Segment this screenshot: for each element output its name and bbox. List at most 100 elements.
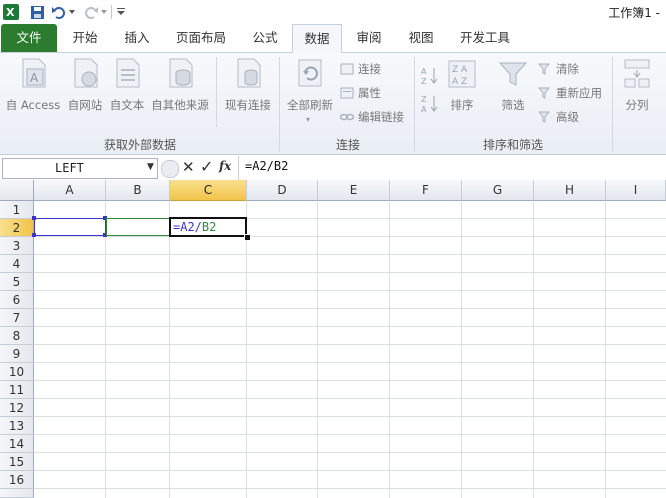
from-other-sources-button[interactable]: 自其他来源 (148, 57, 212, 115)
row-header-1[interactable]: 1 (0, 201, 34, 219)
svg-text:Z: Z (421, 95, 427, 104)
row-header-5[interactable]: 5 (0, 273, 34, 291)
sort-ascending-button[interactable]: AZ (420, 65, 440, 87)
row-header-12[interactable]: 12 (0, 399, 34, 417)
connections-icon (340, 63, 354, 75)
svg-text:A Z: A Z (452, 77, 467, 87)
text-to-columns-icon (624, 59, 650, 88)
tab-file[interactable]: 文件 (1, 24, 57, 52)
connections-button[interactable]: 连接 (340, 61, 381, 77)
column-header-b[interactable]: B (106, 180, 170, 201)
edit-links-button[interactable]: 编辑链接 (340, 109, 404, 125)
name-box[interactable]: LEFT ▼ (2, 158, 158, 179)
column-header-d[interactable]: D (247, 180, 318, 201)
from-text-label: 自文本 (109, 98, 145, 112)
from-web-button[interactable]: 自网站 (64, 57, 106, 115)
tab-page-layout[interactable]: 页面布局 (168, 24, 234, 52)
gridline (34, 416, 666, 417)
access-icon: A (22, 58, 46, 88)
row-header-15[interactable]: 15 (0, 453, 34, 471)
column-header-f[interactable]: F (390, 180, 462, 201)
name-box-value: LEFT (55, 161, 84, 175)
properties-button[interactable]: 属性 (340, 85, 381, 101)
web-icon (74, 58, 98, 88)
formula-input[interactable]: =A2/B2 (245, 159, 288, 173)
clear-filter-icon (538, 63, 551, 75)
existing-connections-icon (237, 58, 261, 88)
worksheet-grid[interactable]: A B C D E F G H I 1 2 3 4 5 6 7 8 9 10 1… (0, 180, 666, 498)
undo-icon[interactable] (50, 4, 68, 20)
undo-dropdown-icon[interactable] (68, 4, 76, 20)
gridline (34, 272, 666, 273)
tab-insert[interactable]: 插入 (114, 24, 160, 52)
row-header-6[interactable]: 6 (0, 291, 34, 309)
column-header-i[interactable]: I (606, 180, 666, 201)
select-all-button[interactable] (0, 180, 34, 201)
row-header-14[interactable]: 14 (0, 435, 34, 453)
ribbon-tabs: 文件 开始 插入 页面布局 公式 数据 审阅 视图 开发工具 (0, 24, 666, 53)
filter-button[interactable]: 筛选 (494, 59, 532, 119)
row-header-13[interactable]: 13 (0, 417, 34, 435)
column-header-e[interactable]: E (318, 180, 390, 201)
row-header-4[interactable]: 4 (0, 255, 34, 273)
sort-button[interactable]: Z A A Z 排序 (444, 59, 480, 119)
properties-label: 属性 (358, 86, 381, 100)
gridline (533, 201, 534, 498)
chevron-down-icon[interactable]: ▼ (147, 162, 154, 172)
cancel-icon[interactable]: ✕ (182, 158, 195, 176)
reference-highlight-b2 (106, 218, 170, 236)
enter-icon[interactable]: ✓ (200, 157, 213, 176)
row-header-2[interactable]: 2 (0, 219, 34, 237)
tab-formulas[interactable]: 公式 (242, 24, 288, 52)
reference-handle[interactable] (32, 233, 36, 237)
gridline (34, 344, 666, 345)
save-icon[interactable] (28, 4, 46, 20)
reference-handle[interactable] (32, 216, 36, 220)
gridline (34, 488, 666, 489)
insert-function-button[interactable]: fx (219, 159, 231, 173)
column-header-c[interactable]: C (170, 180, 247, 201)
column-header-g[interactable]: G (462, 180, 534, 201)
text-to-columns-button[interactable]: 分列 (616, 57, 658, 117)
tab-developer[interactable]: 开发工具 (450, 24, 520, 52)
tab-data[interactable]: 数据 (292, 24, 342, 53)
sort-descending-button[interactable]: ZA (420, 93, 440, 115)
formula-bar-grip-icon[interactable] (161, 160, 179, 178)
row-header-11[interactable]: 11 (0, 381, 34, 399)
tab-view[interactable]: 视图 (398, 24, 444, 52)
row-header-9[interactable]: 9 (0, 345, 34, 363)
group-label-connections: 连接 (335, 138, 360, 152)
tab-review[interactable]: 审阅 (346, 24, 392, 52)
tab-home[interactable]: 开始 (62, 24, 108, 52)
reapply-button[interactable]: 重新应用 (538, 85, 602, 101)
from-text-button[interactable]: 自文本 (106, 57, 148, 115)
customize-quick-access-icon[interactable] (116, 4, 126, 20)
advanced-button[interactable]: 高级 (538, 109, 579, 125)
row-header-10[interactable]: 10 (0, 363, 34, 381)
column-header-a[interactable]: A (34, 180, 106, 201)
sort-label: 排序 (450, 98, 474, 112)
svg-text:A: A (421, 105, 427, 114)
group-label-sort-filter: 排序和筛选 (482, 138, 543, 152)
fill-handle[interactable] (244, 234, 251, 241)
svg-text:A: A (421, 67, 427, 76)
active-cell-c2[interactable]: =A2/B2 (169, 217, 247, 237)
row-header-3[interactable]: 3 (0, 237, 34, 255)
other-sources-icon (169, 58, 193, 88)
column-header-h[interactable]: H (534, 180, 606, 201)
from-access-button[interactable]: A 自 Access (4, 57, 62, 115)
redo-icon[interactable] (82, 4, 100, 20)
existing-connections-button[interactable]: 现有连接 (220, 57, 276, 115)
row-header-7[interactable]: 7 (0, 309, 34, 327)
from-access-label: 自 Access (5, 98, 61, 112)
clear-button[interactable]: 清除 (538, 61, 579, 77)
redo-dropdown-icon[interactable] (100, 4, 108, 20)
gridline (34, 308, 666, 309)
group-separator (279, 57, 280, 152)
refresh-all-button[interactable]: 全部刷新 ▾ (282, 57, 338, 127)
row-header-16[interactable]: 16 (0, 471, 34, 489)
row-header-8[interactable]: 8 (0, 327, 34, 345)
row-header-17[interactable] (0, 489, 34, 498)
excel-logo-icon[interactable]: X (2, 4, 20, 20)
gridline (34, 380, 666, 381)
